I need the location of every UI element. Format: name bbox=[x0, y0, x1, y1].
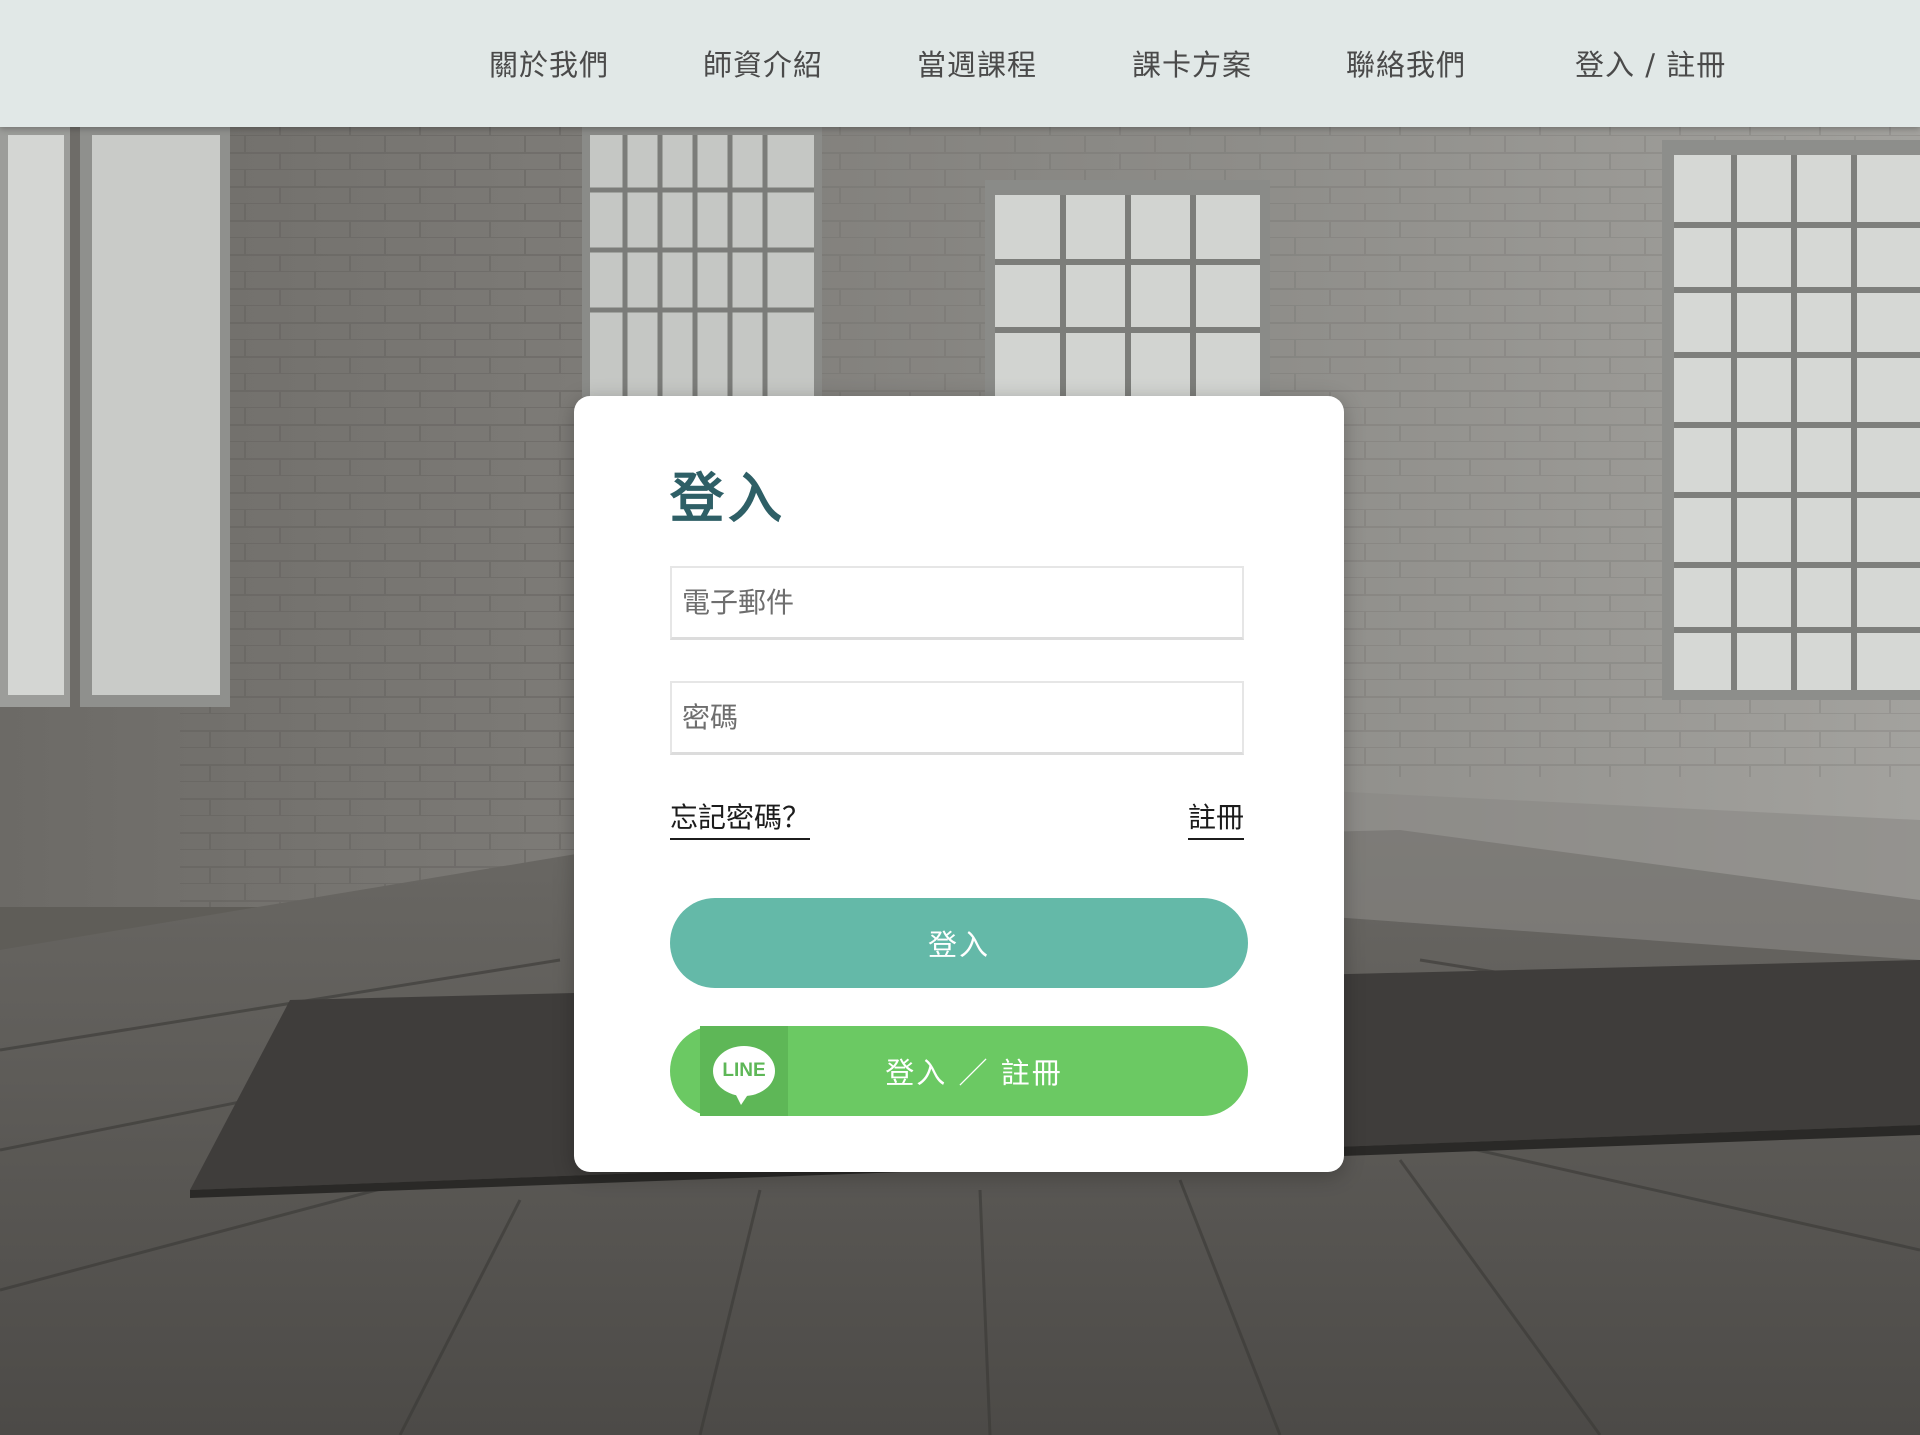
nav-item-weekly-classes[interactable]: 當週課程 bbox=[917, 42, 1037, 84]
line-logo-icon: LINE bbox=[700, 1026, 788, 1116]
register-link[interactable]: 註冊 bbox=[1187, 796, 1244, 840]
password-field-wrapper bbox=[670, 681, 1244, 755]
email-field-wrapper bbox=[670, 566, 1244, 640]
nav-item-contact[interactable]: 聯絡我們 bbox=[1346, 42, 1466, 84]
forgot-password-link[interactable]: 忘記密碼？ bbox=[670, 796, 811, 840]
login-title: 登入 bbox=[670, 467, 786, 530]
login-card: 登入 忘記密碼？ 註冊 登入 LINE 登入 ／ 註冊 bbox=[574, 396, 1344, 1172]
nav-item-about[interactable]: 關於我們 bbox=[489, 42, 609, 84]
line-button-label: 登入 ／ 註冊 bbox=[885, 1056, 1063, 1090]
line-login-button[interactable]: LINE 登入 ／ 註冊 bbox=[670, 1026, 1248, 1116]
line-logo-text: LINE bbox=[722, 1060, 766, 1081]
login-button[interactable]: 登入 bbox=[670, 898, 1248, 988]
login-button-label: 登入 bbox=[927, 928, 990, 962]
nav-item-teachers[interactable]: 師資介紹 bbox=[703, 42, 823, 84]
email-field[interactable] bbox=[672, 568, 1242, 637]
nav-item-class-plans[interactable]: 課卡方案 bbox=[1132, 42, 1252, 84]
top-navigation: 關於我們 師資介紹 當週課程 課卡方案 聯絡我們 登入 / 註冊 bbox=[0, 0, 1920, 127]
nav-item-login-register[interactable]: 登入 / 註冊 bbox=[1575, 42, 1726, 84]
password-field[interactable] bbox=[672, 683, 1242, 752]
